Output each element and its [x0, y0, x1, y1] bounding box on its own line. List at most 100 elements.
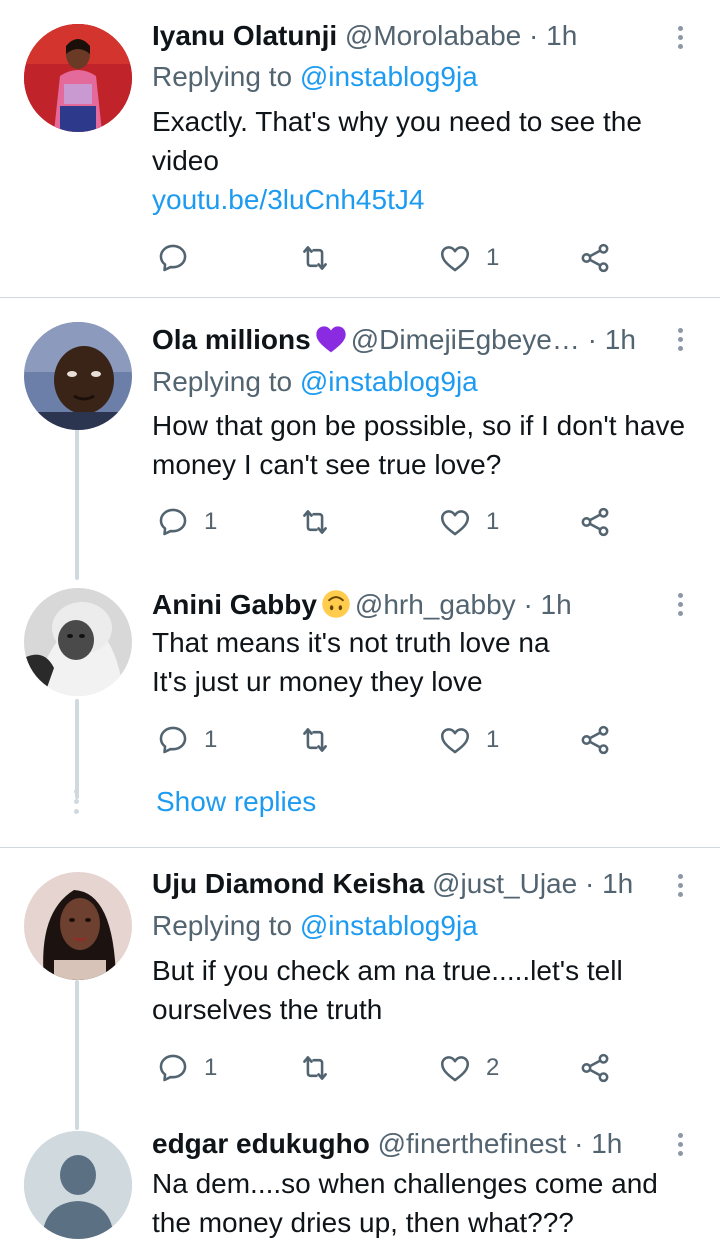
retweet-button[interactable]: [298, 238, 346, 278]
replying-to: Replying to @instablog9ja: [152, 906, 478, 946]
default-avatar-icon: [24, 1131, 132, 1239]
reply-icon: [159, 244, 187, 272]
share-icon: [581, 1053, 609, 1083]
thread-line: [75, 980, 79, 1130]
timestamp: · 1h: [523, 589, 572, 620]
tweet-header: Ola millions @DimejiEgbeye… · 1h: [152, 320, 660, 360]
tweet-text-line: It's just ur money they love: [152, 666, 483, 697]
tweet-text: How that gon be possible, so if I don't …: [152, 410, 686, 480]
tweet-actions: 1 1: [152, 720, 632, 760]
mention-link[interactable]: @instablog9ja: [300, 910, 478, 941]
timestamp: · 1h: [529, 20, 578, 51]
share-icon: [581, 243, 609, 273]
tweet-iyanu[interactable]: Iyanu Olatunji @Morolababe · 1h Replying…: [0, 0, 720, 297]
retweet-button[interactable]: [298, 720, 346, 760]
more-icon[interactable]: [668, 1129, 692, 1161]
user-handle[interactable]: @finerthefinest: [378, 1128, 567, 1159]
thread-line: [75, 699, 79, 799]
reply-icon: [159, 508, 187, 536]
reply-icon: [159, 726, 187, 754]
like-button[interactable]: 1: [438, 720, 499, 760]
share-icon: [581, 725, 609, 755]
replying-prefix: Replying to: [152, 366, 300, 397]
purple-heart-emoji: [316, 326, 346, 353]
display-name[interactable]: Ola millions: [152, 324, 311, 355]
like-count: 1: [486, 244, 500, 271]
more-icon[interactable]: [668, 22, 692, 54]
display-name[interactable]: Uju Diamond Keisha: [152, 868, 424, 899]
tweet-text: That means it's not truth love na It's j…: [152, 623, 697, 701]
like-icon: [440, 246, 470, 272]
like-icon: [440, 510, 470, 536]
retweet-icon: [303, 1056, 327, 1080]
retweet-icon: [303, 728, 327, 752]
share-button[interactable]: [578, 238, 612, 278]
like-count: 2: [486, 1054, 500, 1081]
reply-icon: [159, 1054, 187, 1082]
tweet-header: Anini Gabby @hrh_gabby · 1h: [152, 585, 660, 625]
reply-button[interactable]: 1: [156, 720, 217, 760]
show-replies-link[interactable]: Show replies: [156, 782, 316, 822]
tweet-actions: 1: [152, 238, 632, 278]
tweet-header: Uju Diamond Keisha @just_Ujae · 1h: [152, 864, 660, 904]
display-name[interactable]: Anini Gabby: [152, 589, 317, 620]
like-button[interactable]: 2: [438, 1048, 499, 1088]
more-icon[interactable]: [668, 870, 692, 902]
tweet-anini[interactable]: Anini Gabby @hrh_gabby · 1h That means it…: [0, 585, 720, 847]
mention-link[interactable]: @instablog9ja: [300, 61, 478, 92]
timestamp: · 1h: [574, 1128, 623, 1159]
user-handle[interactable]: @DimejiEgbeye…: [351, 324, 580, 355]
user-handle[interactable]: @hrh_gabby: [355, 589, 516, 620]
replying-to: Replying to @instablog9ja: [152, 57, 478, 97]
tweet-actions: 1 1: [152, 502, 632, 542]
avatar[interactable]: [24, 588, 132, 696]
avatar-image: [24, 588, 132, 696]
share-icon: [581, 507, 609, 537]
tweet-link[interactable]: youtu.be/3luCnh45tJ4: [152, 180, 424, 220]
avatar[interactable]: [24, 322, 132, 430]
tweet-edgar[interactable]: edgar edukugho @finerthefinest · 1h Na d…: [0, 1128, 720, 1259]
tweet-actions: 1 2: [152, 1048, 632, 1088]
retweet-icon: [303, 510, 327, 534]
tweet-ola[interactable]: Ola millions @DimejiEgbeye… · 1h Replying…: [0, 298, 720, 580]
avatar-image: [24, 872, 132, 980]
more-icon[interactable]: [668, 589, 692, 621]
tweet-text: Na dem....so when challenges come and th…: [152, 1168, 658, 1238]
reply-count: 1: [204, 1054, 218, 1081]
like-count: 1: [486, 508, 500, 535]
share-button[interactable]: [578, 1048, 612, 1088]
like-icon: [440, 1056, 470, 1082]
timestamp: · 1h: [587, 324, 636, 355]
avatar-image: [24, 322, 132, 430]
tweet-header: edgar edukugho @finerthefinest · 1h: [152, 1124, 660, 1164]
tweet-text: But if you check am na true.....let's te…: [152, 955, 623, 1025]
like-button[interactable]: 1: [438, 502, 499, 542]
tweet-uju[interactable]: Uju Diamond Keisha @just_Ujae · 1h Reply…: [0, 848, 720, 1130]
like-button[interactable]: 1: [438, 238, 499, 278]
tweet-text: Exactly. That's why you need to see the …: [152, 106, 642, 176]
display-name[interactable]: Iyanu Olatunji: [152, 20, 337, 51]
reply-button[interactable]: 1: [156, 502, 217, 542]
more-icon[interactable]: [668, 324, 692, 356]
reply-button[interactable]: 1: [156, 1048, 217, 1088]
share-button[interactable]: [578, 502, 612, 542]
user-handle[interactable]: @Morolababe: [345, 20, 521, 51]
retweet-button[interactable]: [298, 1048, 346, 1088]
avatar-image: [24, 24, 132, 132]
replying-prefix: Replying to: [152, 61, 300, 92]
user-handle[interactable]: @just_Ujae: [432, 868, 577, 899]
like-count: 1: [486, 726, 500, 753]
retweet-button[interactable]: [298, 502, 346, 542]
like-icon: [440, 728, 470, 754]
avatar[interactable]: [24, 24, 132, 132]
timestamp: · 1h: [584, 868, 634, 899]
mention-link[interactable]: @instablog9ja: [300, 366, 478, 397]
display-name[interactable]: edgar edukugho: [152, 1128, 370, 1159]
reply-button[interactable]: [156, 238, 204, 278]
thread-line: [75, 428, 79, 580]
avatar[interactable]: [24, 872, 132, 980]
avatar[interactable]: [24, 1131, 132, 1239]
share-button[interactable]: [578, 720, 612, 760]
replying-to: Replying to @instablog9ja: [152, 362, 478, 402]
reply-count: 1: [204, 726, 218, 753]
